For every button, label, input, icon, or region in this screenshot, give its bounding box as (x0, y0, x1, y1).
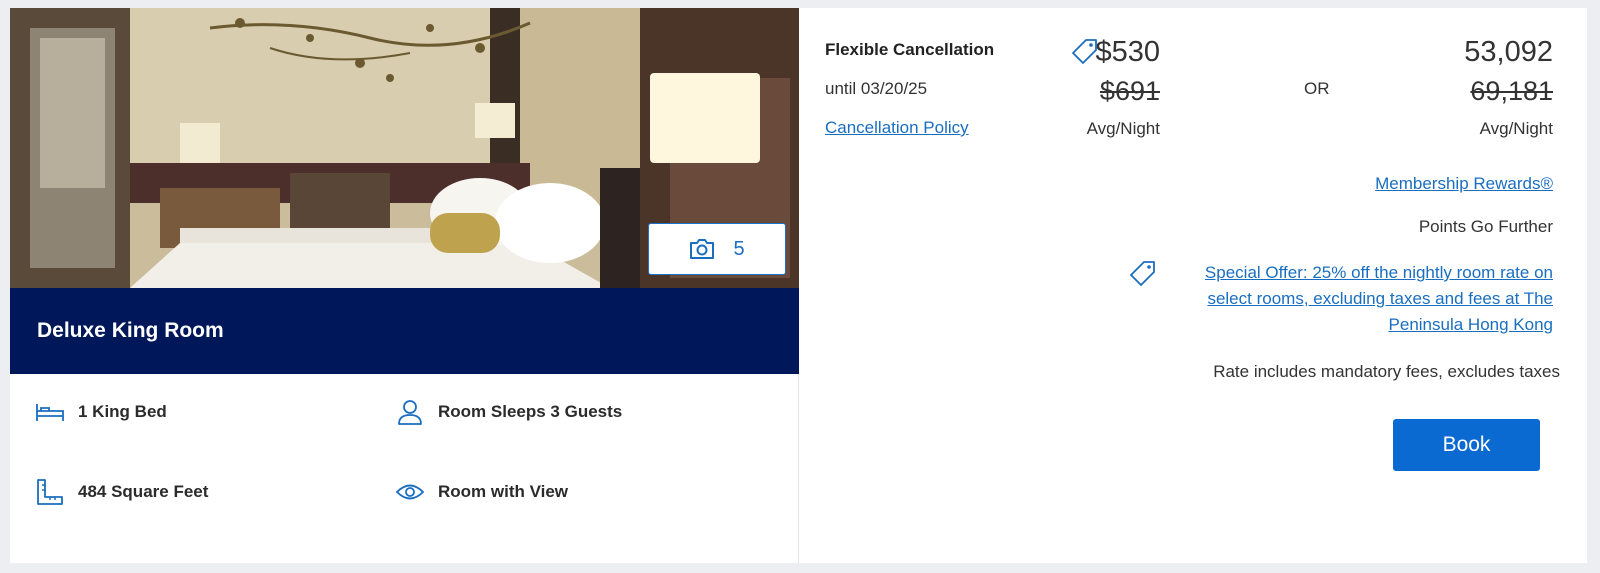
amenity-label: 1 King Bed (78, 402, 167, 421)
book-button[interactable]: Book (1393, 419, 1540, 471)
cash-price: $530 (1095, 36, 1160, 68)
fees-note: Rate includes mandatory fees, excludes t… (1213, 362, 1560, 381)
photo-gallery-button[interactable]: 5 (648, 223, 786, 275)
amenity-label: Room Sleeps 3 Guests (438, 402, 623, 421)
photo-count: 5 (733, 237, 745, 260)
amenity-guests: Room Sleeps 3 Guests (396, 398, 622, 426)
special-offer-tag-icon (1129, 260, 1157, 293)
room-name: Deluxe King Room (37, 319, 224, 342)
ruler-icon (36, 478, 64, 506)
points-per-night: Avg/Night (1479, 119, 1553, 138)
eye-icon (396, 478, 424, 506)
special-offer-link[interactable]: Special Offer: 25% off the nightly room … (1173, 260, 1553, 338)
cancellation-date: until 03/20/25 (825, 79, 928, 98)
rate-title: Flexible Cancellation (825, 40, 995, 59)
rate-panel: Flexible Cancellation until 03/20/25 Can… (799, 8, 1587, 563)
room-details-panel: 5 Deluxe King Room 1 King Bed Room Sleep… (10, 8, 799, 563)
room-card: 5 Deluxe King Room 1 King Bed Room Sleep… (10, 8, 1587, 563)
points-price: 53,092 (1464, 36, 1553, 68)
or-divider: OR (1304, 79, 1330, 98)
room-photo[interactable]: 5 (10, 8, 799, 288)
room-title-bar: Deluxe King Room (10, 288, 799, 374)
amenity-view: Room with View (396, 478, 568, 506)
cash-original-price: $691 (1099, 76, 1160, 106)
cash-per-night: Avg/Night (1086, 119, 1160, 138)
amenity-label: Room with View (438, 482, 569, 501)
amenity-bed: 1 King Bed (36, 398, 167, 426)
cancellation-policy-link[interactable]: Cancellation Policy (825, 118, 969, 138)
membership-rewards-link[interactable]: Membership Rewards® (1375, 174, 1553, 194)
camera-icon (689, 238, 715, 260)
amenity-label: 484 Square Feet (78, 482, 209, 501)
person-icon (396, 398, 424, 426)
points-original-price: 69,181 (1470, 76, 1553, 106)
amenity-size: 484 Square Feet (36, 478, 208, 506)
points-tagline: Points Go Further (1418, 217, 1553, 236)
bed-icon (36, 398, 64, 426)
